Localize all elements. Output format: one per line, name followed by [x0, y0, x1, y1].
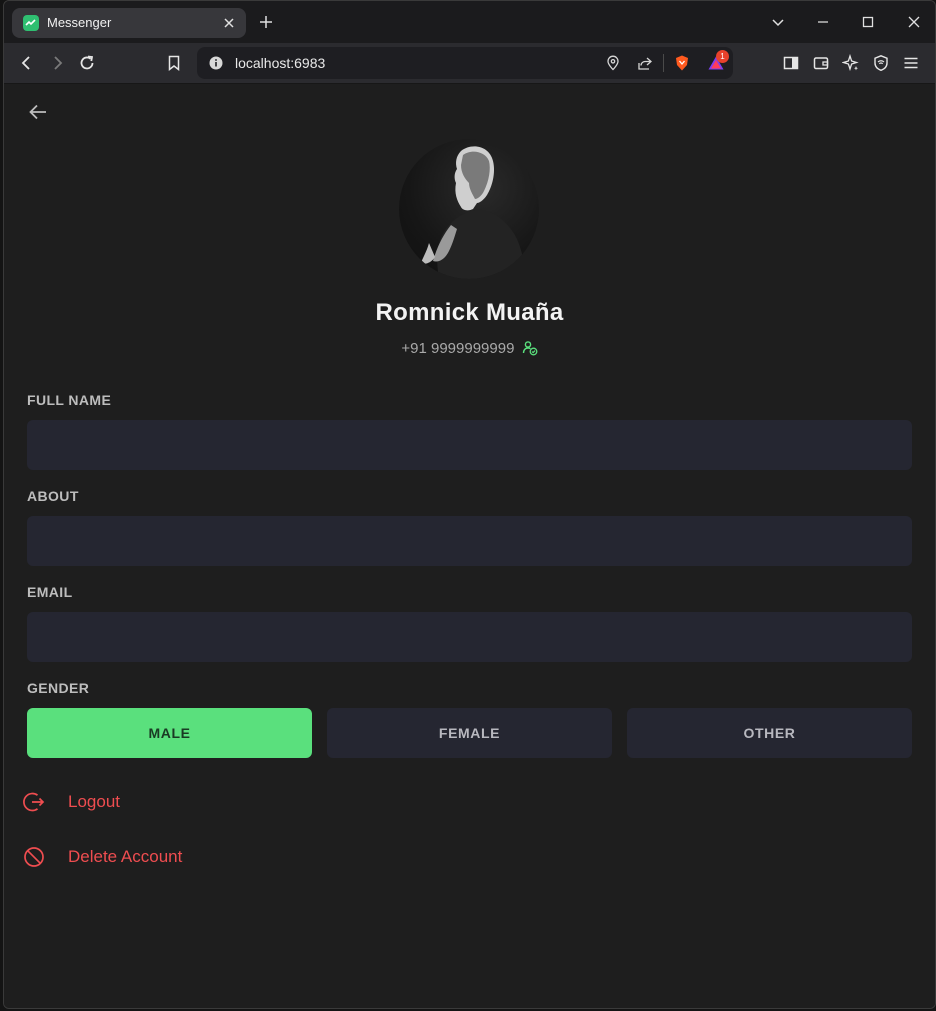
reload-icon[interactable]: [78, 54, 96, 72]
back-arrow-icon[interactable]: [26, 100, 50, 124]
minimize-icon[interactable]: [815, 14, 831, 30]
browser-window: Messenger localhost:6983 1 Romnick Muaña…: [3, 0, 936, 1009]
phone-number: +91 9999999999: [401, 340, 515, 357]
forward-nav-icon[interactable]: [48, 54, 66, 72]
messenger-favicon-icon: [23, 15, 39, 31]
address-bar[interactable]: localhost:6983: [197, 47, 733, 79]
address-bar-divider: [663, 54, 664, 72]
full-name-input[interactable]: [27, 420, 912, 470]
profile-page: Romnick Muaña +91 9999999999 FULL NAME A…: [4, 84, 935, 1008]
ban-icon: [24, 847, 44, 867]
site-info-icon[interactable]: [209, 56, 223, 70]
new-tab-icon[interactable]: [258, 14, 274, 30]
tab-messenger[interactable]: Messenger: [12, 8, 246, 38]
share-icon[interactable]: [637, 55, 653, 71]
title-bar: Messenger: [4, 1, 935, 43]
browser-toolbar: localhost:6983 1: [4, 43, 935, 84]
leo-ai-icon[interactable]: [842, 54, 860, 72]
close-window-icon[interactable]: [906, 14, 922, 30]
logout-button[interactable]: Logout: [22, 788, 120, 816]
phone-row: +91 9999999999: [4, 340, 935, 357]
email-label: EMAIL: [27, 584, 73, 600]
back-nav-icon[interactable]: [18, 54, 36, 72]
gender-male-button[interactable]: MALE: [27, 708, 312, 758]
profile-photo-icon: [421, 146, 525, 279]
brave-shield-icon[interactable]: [673, 54, 691, 72]
avatar[interactable]: [399, 139, 539, 279]
gender-female-button[interactable]: FEMALE: [327, 708, 612, 758]
maximize-icon[interactable]: [860, 14, 876, 30]
delete-account-label: Delete Account: [68, 847, 183, 866]
rewards-notification-badge: 1: [716, 50, 729, 63]
main-menu-icon[interactable]: [902, 54, 920, 72]
close-tab-icon[interactable]: [222, 16, 236, 30]
wallet-icon[interactable]: [812, 54, 830, 72]
location-pin-icon[interactable]: [605, 55, 621, 71]
sidebar-toggle-icon[interactable]: [782, 54, 800, 72]
gender-label: GENDER: [27, 680, 90, 696]
email-input[interactable]: [27, 612, 912, 662]
bookmark-icon[interactable]: [165, 54, 183, 72]
logout-label: Logout: [68, 792, 120, 811]
tab-search-chevron-icon[interactable]: [770, 14, 786, 30]
about-label: ABOUT: [27, 488, 79, 504]
profile-name: Romnick Muaña: [375, 299, 564, 326]
url-text: localhost:6983: [235, 55, 326, 71]
verified-user-icon: [522, 341, 538, 356]
tab-title: Messenger: [47, 15, 112, 30]
delete-account-button[interactable]: Delete Account: [22, 843, 182, 871]
logout-icon: [23, 792, 45, 812]
about-input[interactable]: [27, 516, 912, 566]
gender-other-button[interactable]: OTHER: [627, 708, 912, 758]
vpn-shield-icon[interactable]: [872, 54, 890, 72]
full-name-label: FULL NAME: [27, 392, 112, 408]
